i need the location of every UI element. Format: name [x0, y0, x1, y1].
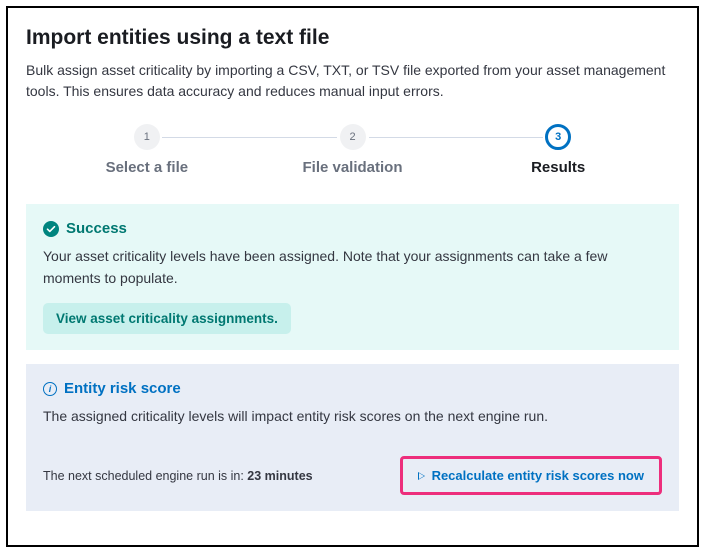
callout-body: Your asset criticality levels have been … — [43, 246, 662, 289]
step-number-badge: 3 — [545, 124, 571, 150]
recalculate-scores-button[interactable]: Recalculate entity risk scores now — [406, 460, 656, 491]
page-subtitle: Bulk assign asset criticality by importi… — [26, 60, 679, 102]
step-label: File validation — [302, 159, 402, 176]
callout-header: i Entity risk score — [43, 380, 662, 397]
callout-header: Success — [43, 220, 662, 237]
schedule-value: 23 minutes — [247, 469, 312, 483]
recalculate-label: Recalculate entity risk scores now — [432, 468, 644, 483]
schedule-text: The next scheduled engine run is in: 23 … — [43, 469, 313, 483]
success-callout: Success Your asset criticality levels ha… — [26, 204, 679, 350]
page-title: Import entities using a text file — [26, 26, 679, 50]
step-file-validation: 2 File validation — [250, 124, 456, 176]
step-select-file: 1 Select a file — [44, 124, 250, 176]
callout-title: Success — [66, 220, 127, 237]
check-circle-icon — [43, 221, 59, 237]
step-indicator: 1 Select a file 2 File validation 3 Resu… — [44, 124, 661, 176]
callout-title: Entity risk score — [64, 380, 181, 397]
step-number-badge: 1 — [134, 124, 160, 150]
step-label: Results — [531, 159, 585, 176]
info-circle-icon: i — [43, 382, 57, 396]
import-entities-dialog: Import entities using a text file Bulk a… — [6, 6, 699, 547]
risk-score-callout: i Entity risk score The assigned critica… — [26, 364, 679, 511]
play-icon — [418, 472, 425, 480]
callout-footer: The next scheduled engine run is in: 23 … — [43, 456, 662, 495]
step-number-badge: 2 — [340, 124, 366, 150]
step-label: Select a file — [106, 159, 189, 176]
view-assignments-button[interactable]: View asset criticality assignments. — [43, 303, 291, 334]
step-results: 3 Results — [455, 124, 661, 176]
schedule-label: The next scheduled engine run is in: — [43, 469, 247, 483]
callout-body: The assigned criticality levels will imp… — [43, 406, 662, 428]
highlight-box: Recalculate entity risk scores now — [400, 456, 662, 495]
